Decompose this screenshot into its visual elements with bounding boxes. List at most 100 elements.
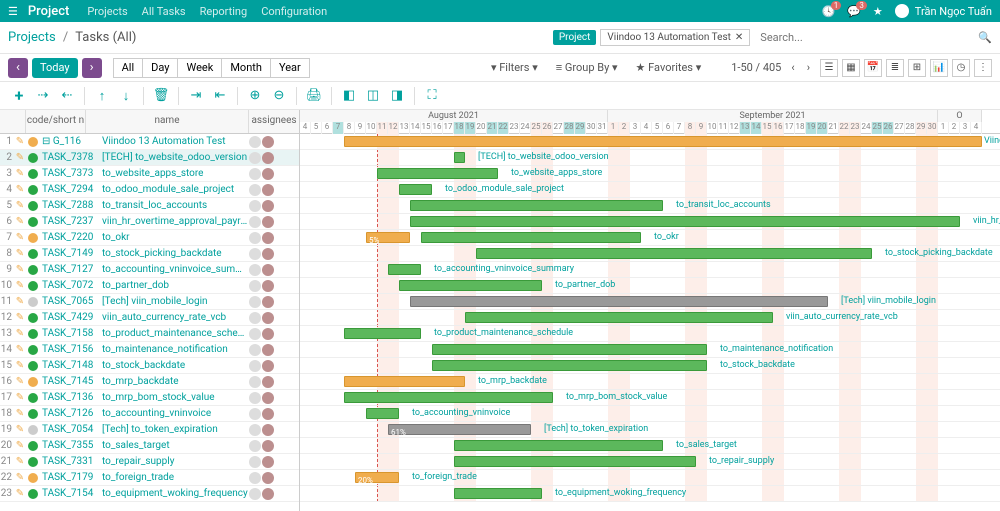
- edit-icon[interactable]: ✎: [14, 280, 26, 291]
- gantt-bar[interactable]: [465, 312, 773, 323]
- edit-icon[interactable]: ✎: [14, 248, 26, 259]
- user-menu[interactable]: Trần Ngọc Tuấn: [895, 4, 992, 18]
- search-facet-field[interactable]: Project: [553, 30, 597, 45]
- task-row[interactable]: 3 ✎ TASK_7373 to_website_apps_store: [0, 166, 299, 182]
- edit-icon[interactable]: ✎: [14, 472, 26, 483]
- gantt-bar[interactable]: [410, 296, 828, 307]
- task-row[interactable]: 18 ✎ TASK_7126 to_accounting_vninvoice: [0, 406, 299, 422]
- gantt-row[interactable]: 61%[Tech] to_token_expiration: [300, 422, 1000, 438]
- view-gantt[interactable]: ≣: [886, 59, 904, 77]
- edit-icon[interactable]: ✎: [14, 168, 26, 179]
- period-month[interactable]: Month: [221, 58, 271, 78]
- task-row[interactable]: 20 ✎ TASK_7355 to_sales_target: [0, 438, 299, 454]
- edit-icon[interactable]: ✎: [14, 328, 26, 339]
- gantt-row[interactable]: to_mrp_bom_stock_value: [300, 390, 1000, 406]
- gantt-row[interactable]: [TECH] to_website_odoo_version: [300, 150, 1000, 166]
- task-name[interactable]: to_transit_loc_accounts: [100, 200, 249, 211]
- edit-icon[interactable]: ✎: [14, 488, 26, 499]
- edit-icon[interactable]: ✎: [14, 360, 26, 371]
- nav-projects[interactable]: Projects: [87, 5, 127, 18]
- task-code[interactable]: TASK_7237: [40, 216, 100, 227]
- gantt-bar[interactable]: [410, 200, 663, 211]
- gantt-row[interactable]: to_website_apps_store: [300, 166, 1000, 182]
- task-row[interactable]: 1 ✎ ⊟ G_116 Viindoo 13 Automation Test: [0, 134, 299, 150]
- col-code[interactable]: code/short n: [26, 110, 86, 133]
- period-all[interactable]: All: [113, 58, 144, 78]
- task-code[interactable]: TASK_7355: [40, 440, 100, 451]
- task-name[interactable]: to_stock_picking_backdate: [100, 248, 249, 259]
- task-row[interactable]: 22 ✎ TASK_7179 to_foreign_trade: [0, 470, 299, 486]
- edit-icon[interactable]: ✎: [14, 184, 26, 195]
- task-name[interactable]: to_mrp_bom_stock_value: [100, 392, 249, 403]
- gantt-row[interactable]: to_product_maintenance_schedule: [300, 326, 1000, 342]
- search-icon[interactable]: 🔍: [978, 31, 992, 44]
- gantt-bar[interactable]: [399, 184, 432, 195]
- gantt-bar[interactable]: [421, 232, 641, 243]
- indent-icon[interactable]: ⇥: [185, 85, 207, 107]
- task-name[interactable]: to_accounting_vninvoice: [100, 408, 249, 419]
- print-icon[interactable]: 🖨: [303, 85, 325, 107]
- gantt-row[interactable]: 5%to_okr: [300, 230, 1000, 246]
- task-row[interactable]: 8 ✎ TASK_7149 to_stock_picking_backdate: [0, 246, 299, 262]
- delete-icon[interactable]: 🗑: [150, 85, 172, 107]
- task-code[interactable]: TASK_7288: [40, 200, 100, 211]
- edit-icon[interactable]: ✎: [14, 456, 26, 467]
- edit-icon[interactable]: ✎: [14, 136, 26, 147]
- task-row[interactable]: 10 ✎ TASK_7072 to_partner_dob: [0, 278, 299, 294]
- task-row[interactable]: 6 ✎ TASK_7237 viin_hr_overtime_approval_…: [0, 214, 299, 230]
- gantt-bar[interactable]: [476, 248, 872, 259]
- breadcrumb-root[interactable]: Projects: [8, 30, 56, 45]
- next-button[interactable]: ›: [82, 58, 102, 78]
- task-name[interactable]: to_stock_backdate: [100, 360, 249, 371]
- groupby-menu[interactable]: ≡ Group By ▾: [556, 61, 618, 74]
- nav-reporting[interactable]: Reporting: [200, 5, 248, 18]
- gantt-row[interactable]: to_maintenance_notification: [300, 342, 1000, 358]
- task-code[interactable]: TASK_7149: [40, 248, 100, 259]
- edit-icon[interactable]: ✎: [14, 408, 26, 419]
- favorites-menu[interactable]: ★ Favorites ▾: [636, 61, 702, 74]
- task-name[interactable]: to_mrp_backdate: [100, 376, 249, 387]
- view-activity[interactable]: ◷: [952, 59, 970, 77]
- task-code[interactable]: TASK_7179: [40, 472, 100, 483]
- view-map[interactable]: ⋮: [974, 59, 992, 77]
- task-code[interactable]: TASK_7220: [40, 232, 100, 243]
- gantt-bar[interactable]: 5%: [366, 232, 410, 243]
- task-code[interactable]: TASK_7378: [40, 152, 100, 163]
- gantt-row[interactable]: to_accounting_vninvoice: [300, 406, 1000, 422]
- gantt-row[interactable]: to_partner_dob: [300, 278, 1000, 294]
- gantt-row[interactable]: 20%to_foreign_trade: [300, 470, 1000, 486]
- pager-prev[interactable]: ‹: [789, 61, 796, 74]
- today-button[interactable]: Today: [32, 58, 78, 78]
- gantt-row[interactable]: to_stock_picking_backdate: [300, 246, 1000, 262]
- task-code[interactable]: TASK_7136: [40, 392, 100, 403]
- move-down-icon[interactable]: ↓: [115, 85, 137, 107]
- edit-icon[interactable]: ✎: [14, 312, 26, 323]
- zoom-out-icon[interactable]: ⊖: [268, 85, 290, 107]
- task-code[interactable]: TASK_7145: [40, 376, 100, 387]
- task-row[interactable]: 4 ✎ TASK_7294 to_odoo_module_sale_projec…: [0, 182, 299, 198]
- view-graph[interactable]: 📊: [930, 59, 948, 77]
- move-up-icon[interactable]: ↑: [91, 85, 113, 107]
- zoom-in-icon[interactable]: ⊕: [244, 85, 266, 107]
- view-list[interactable]: ☰: [820, 59, 838, 77]
- gantt-bar[interactable]: [454, 440, 663, 451]
- pager-next[interactable]: ›: [805, 61, 812, 74]
- gantt-bar[interactable]: 20%: [355, 472, 399, 483]
- chat-icon[interactable]: 💬3: [847, 5, 861, 18]
- period-year[interactable]: Year: [270, 58, 310, 78]
- period-week[interactable]: Week: [177, 58, 222, 78]
- gantt-bar[interactable]: [377, 168, 498, 179]
- task-row[interactable]: 21 ✎ TASK_7331 to_repair_supply: [0, 454, 299, 470]
- gantt-row[interactable]: Viindoo 13 Automati: [300, 134, 1000, 150]
- gantt-bar[interactable]: [366, 408, 399, 419]
- task-name[interactable]: [TECH] to_website_odoo_version: [100, 152, 249, 163]
- task-code[interactable]: TASK_7065: [40, 296, 100, 307]
- task-code[interactable]: TASK_7127: [40, 264, 100, 275]
- prev-button[interactable]: ‹: [8, 58, 28, 78]
- task-row[interactable]: 17 ✎ TASK_7136 to_mrp_bom_stock_value: [0, 390, 299, 406]
- nav-configuration[interactable]: Configuration: [261, 5, 327, 18]
- task-name[interactable]: viin_auto_currency_rate_vcb: [100, 312, 249, 323]
- remove-facet-icon[interactable]: ✕: [735, 32, 743, 43]
- view-pivot[interactable]: ⊞: [908, 59, 926, 77]
- task-row[interactable]: 16 ✎ TASK_7145 to_mrp_backdate: [0, 374, 299, 390]
